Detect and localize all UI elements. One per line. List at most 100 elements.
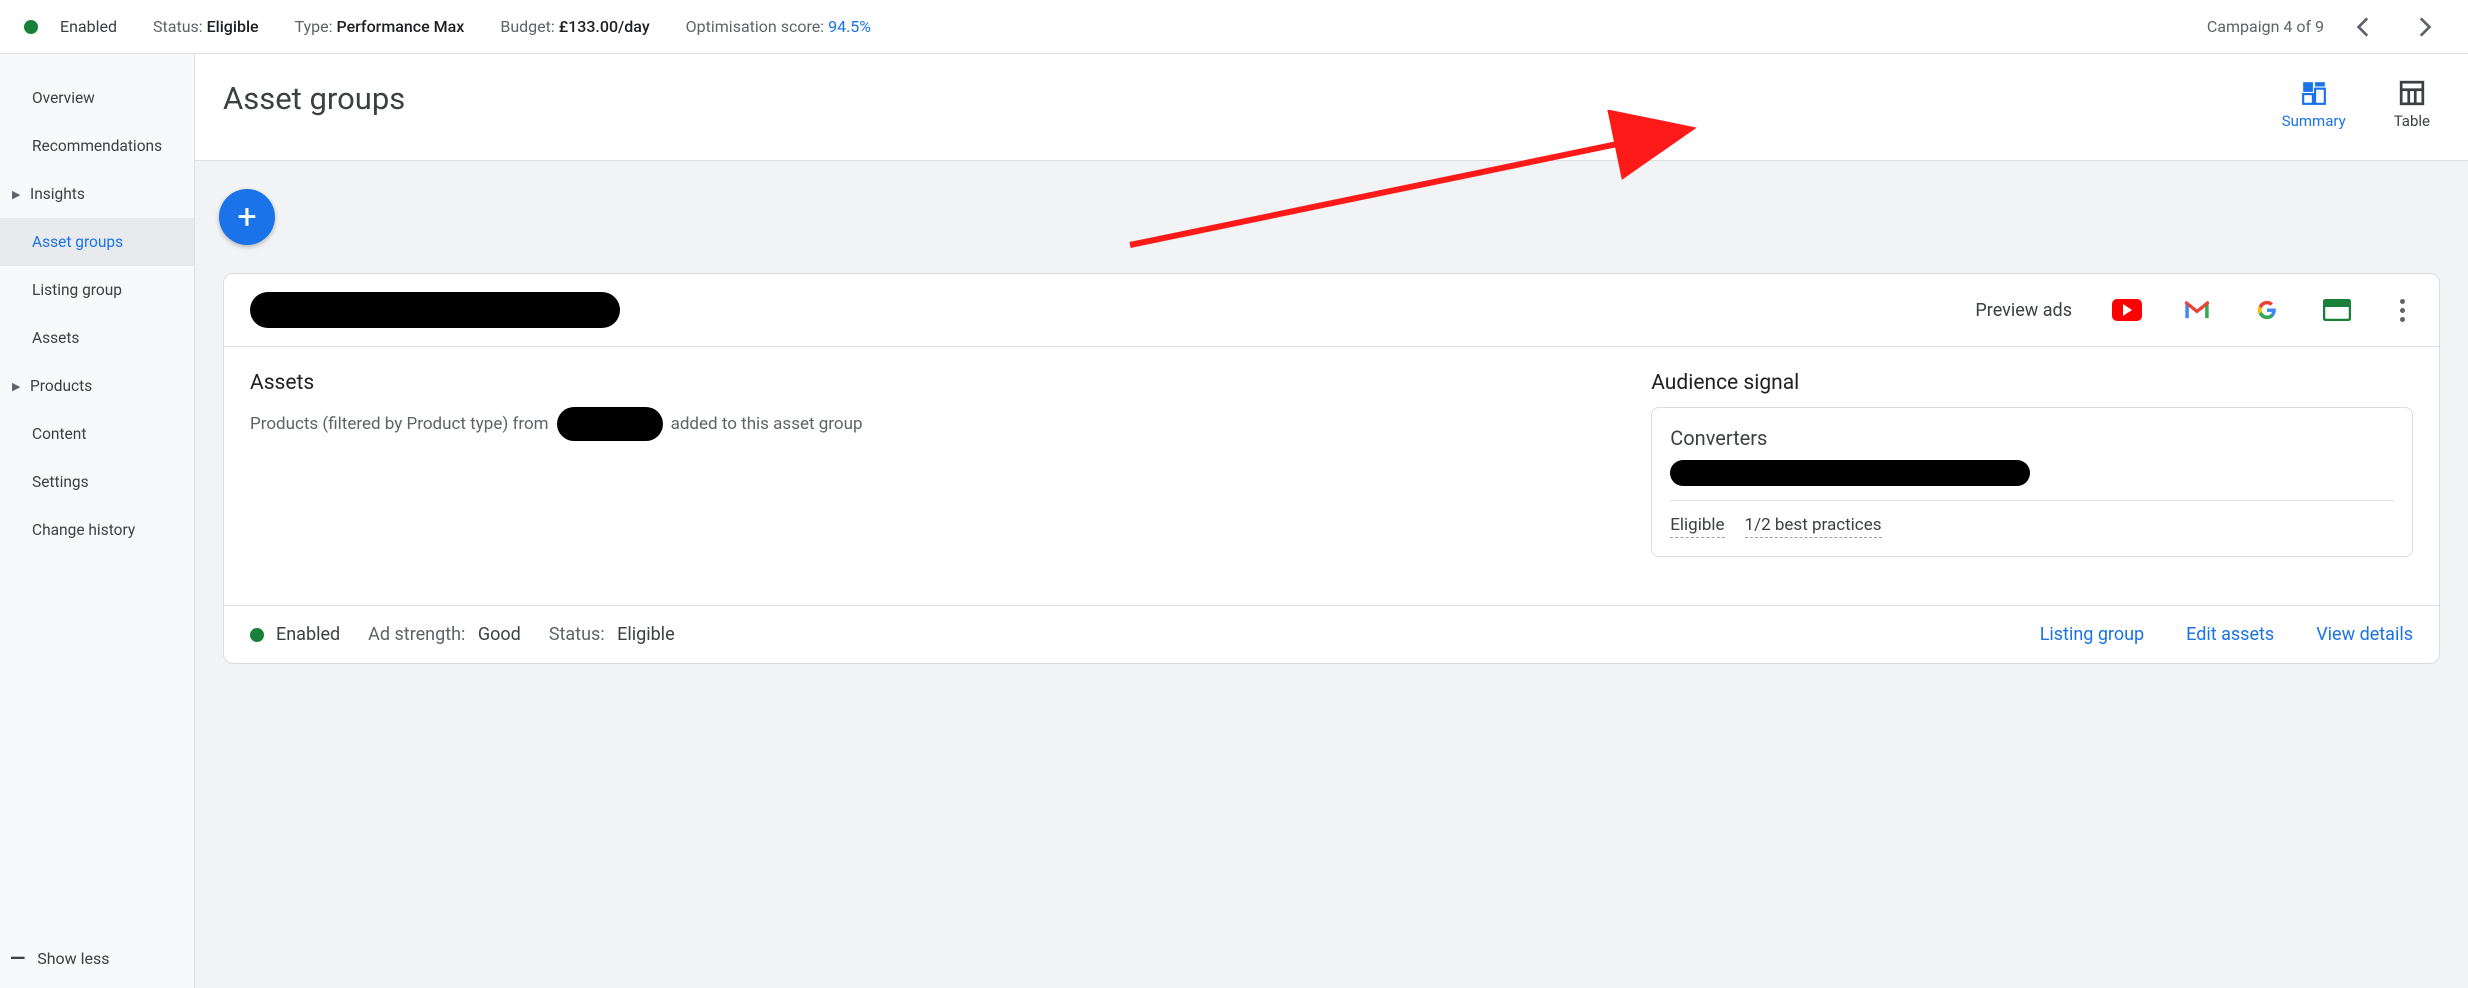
chevron-right-icon (2411, 14, 2437, 40)
card-enabled-chip[interactable]: Enabled (250, 624, 340, 645)
merchant-name-redacted (557, 407, 663, 441)
sidebar-item-label: Change history (32, 521, 135, 539)
google-icon[interactable] (2252, 299, 2282, 321)
type-kv: Type: Performance Max (295, 17, 465, 36)
status-dot-icon (250, 628, 264, 642)
sidebar-item-recommendations[interactable]: Recommendations (0, 122, 194, 170)
page-title: Asset groups (223, 80, 405, 117)
sidebar-item-label: Settings (32, 473, 89, 491)
assets-sub-pre: Products (filtered by Product type) from (250, 414, 549, 434)
prev-campaign-button[interactable] (2344, 7, 2384, 47)
best-practices-link[interactable]: 1/2 best practices (1745, 515, 1882, 538)
expand-right-icon: ▶ (12, 380, 22, 393)
card-enabled-label: Enabled (276, 624, 340, 645)
sidebar-item-change-history[interactable]: Change history (0, 506, 194, 554)
content-area: Asset groups Summary (195, 54, 2468, 988)
preview-ads-label: Preview ads (1975, 300, 2072, 321)
budget-value: £133.00/day (559, 17, 650, 36)
audience-title: Audience signal (1651, 371, 2413, 395)
table-view-button[interactable]: Table (2394, 80, 2430, 130)
youtube-icon[interactable] (2112, 299, 2142, 321)
campaign-top-bar: Enabled Status: Eligible Type: Performan… (0, 0, 2468, 54)
gmail-icon[interactable] (2182, 299, 2212, 321)
summary-view-button[interactable]: Summary (2282, 80, 2346, 130)
status-value: Eligible (207, 17, 259, 36)
optscore-value[interactable]: 94.5% (828, 17, 871, 36)
asset-group-name-redacted (250, 292, 620, 328)
footer-status-value: Eligible (617, 624, 675, 645)
campaign-nav-text: Campaign 4 of 9 (2207, 17, 2324, 36)
sidebar-item-content[interactable]: Content (0, 410, 194, 458)
audience-section: Audience signal Converters Eligible 1/2 … (1651, 371, 2413, 557)
sidebar-item-label: Listing group (32, 281, 122, 299)
collapse-icon: — (10, 946, 25, 970)
preview-ads-row: Preview ads (1975, 295, 2413, 326)
sidebar-item-label: Products (30, 377, 92, 395)
footer-status-kv: Status: Eligible (549, 624, 675, 645)
footer-status-label: Status: (549, 624, 605, 645)
asset-group-card: Preview ads (223, 273, 2440, 664)
view-details-link[interactable]: View details (2316, 624, 2413, 645)
summary-icon (2301, 80, 2327, 106)
sidebar-item-label: Asset groups (32, 233, 123, 251)
plus-icon: + (237, 197, 256, 237)
card-footer-right: Listing group Edit assets View details (2040, 624, 2413, 645)
converters-title: Converters (1670, 426, 2394, 450)
sidebar-item-label: Recommendations (32, 137, 162, 155)
ad-strength-label: Ad strength: (368, 624, 465, 645)
enabled-label: Enabled (60, 17, 117, 36)
assets-section: Assets Products (filtered by Product typ… (250, 371, 1621, 557)
optscore-kv: Optimisation score: 94.5% (686, 17, 871, 36)
chevron-left-icon (2351, 14, 2377, 40)
sidebar-item-label: Assets (32, 329, 79, 347)
ad-strength-kv: Ad strength: Good (368, 624, 521, 645)
table-view-label: Table (2394, 112, 2430, 130)
edit-assets-link[interactable]: Edit assets (2186, 624, 2274, 645)
show-less-button[interactable]: — Show less (0, 946, 110, 970)
type-label: Type: (295, 17, 333, 36)
show-less-label: Show less (37, 949, 109, 968)
eligible-link[interactable]: Eligible (1670, 515, 1724, 538)
sidebar-item-assets[interactable]: Assets (0, 314, 194, 362)
sidebar-item-asset-groups[interactable]: Asset groups (0, 218, 194, 266)
display-icon[interactable] (2322, 299, 2352, 321)
sidebar-item-settings[interactable]: Settings (0, 458, 194, 506)
more-menu-button[interactable] (2392, 295, 2413, 326)
assets-sub-post: added to this asset group (671, 414, 863, 434)
expand-right-icon: ▶ (12, 188, 22, 201)
optscore-label: Optimisation score: (686, 17, 824, 36)
audience-links: Eligible 1/2 best practices (1670, 515, 2394, 538)
card-footer: Enabled Ad strength: Good Status: Eligib… (224, 605, 2439, 663)
sidebar-item-overview[interactable]: Overview (0, 74, 194, 122)
budget-kv: Budget: £133.00/day (500, 17, 649, 36)
table-icon (2399, 80, 2425, 106)
view-toggle: Summary Table (2282, 80, 2440, 130)
assets-title: Assets (250, 371, 1621, 395)
ad-strength-value: Good (478, 624, 521, 645)
type-value: Performance Max (336, 17, 464, 36)
status-label: Status: (153, 17, 203, 36)
sidebar-item-listing-group[interactable]: Listing group (0, 266, 194, 314)
summary-view-label: Summary (2282, 112, 2346, 130)
budget-label: Budget: (500, 17, 554, 36)
card-body: Assets Products (filtered by Product typ… (224, 347, 2439, 605)
sidebar-item-label: Overview (32, 89, 95, 107)
card-footer-left: Enabled Ad strength: Good Status: Eligib… (250, 624, 675, 645)
campaign-enabled-chip[interactable]: Enabled (24, 17, 117, 36)
left-nav: Overview Recommendations ▶ Insights Asse… (0, 54, 195, 988)
status-kv: Status: Eligible (153, 17, 259, 36)
audience-signal-box: Converters Eligible 1/2 best practices (1651, 407, 2413, 557)
sidebar-item-label: Insights (30, 185, 85, 203)
sidebar-item-insights[interactable]: ▶ Insights (0, 170, 194, 218)
content-header: Asset groups Summary (195, 54, 2468, 161)
card-header: Preview ads (224, 274, 2439, 347)
audience-detail-redacted (1670, 460, 2030, 486)
sidebar-item-label: Content (32, 425, 86, 443)
sidebar-item-products[interactable]: ▶ Products (0, 362, 194, 410)
add-asset-group-button[interactable]: + (219, 189, 275, 245)
next-campaign-button[interactable] (2404, 7, 2444, 47)
status-dot-icon (24, 20, 38, 34)
listing-group-link[interactable]: Listing group (2040, 624, 2144, 645)
campaign-pager: Campaign 4 of 9 (2207, 7, 2444, 47)
assets-subtitle: Products (filtered by Product type) from… (250, 407, 1621, 441)
